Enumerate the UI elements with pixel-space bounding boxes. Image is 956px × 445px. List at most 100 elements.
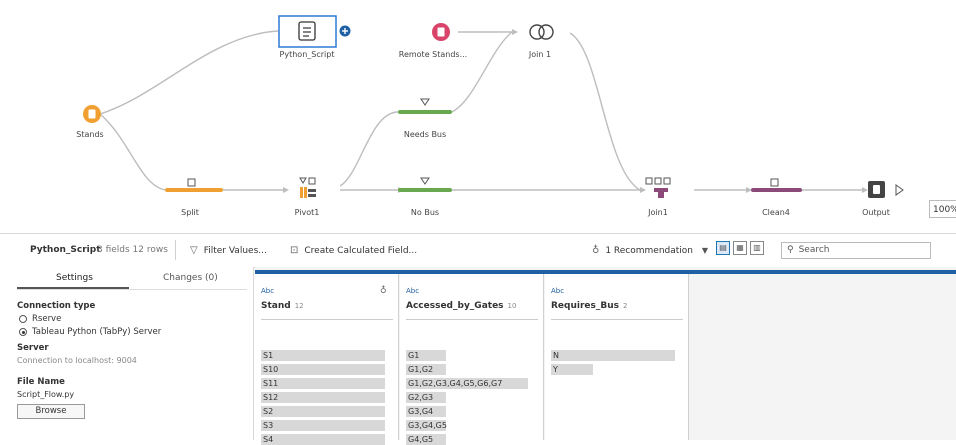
- column-card-requires-bus[interactable]: Abc Requires_Bus 2 N Y: [545, 274, 689, 440]
- recommendation-label: 1 Recommendation: [605, 246, 693, 256]
- column-count: 2: [623, 302, 628, 310]
- column-name[interactable]: Accessed_by_Gates 10: [406, 301, 516, 311]
- column-type: Abc: [406, 287, 420, 295]
- column-divider: [261, 319, 393, 320]
- node-label-clean4: Clean4: [762, 208, 790, 217]
- column-name-text: Accessed_by_Gates: [406, 301, 504, 311]
- search-placeholder: Search: [798, 245, 830, 255]
- column-count: 12: [294, 302, 304, 310]
- node-label-output: Output: [862, 208, 890, 217]
- toolbar-divider: [175, 240, 176, 260]
- list-view-icon[interactable]: ▦: [733, 241, 747, 255]
- add-step-icon[interactable]: [339, 25, 351, 37]
- lightbulb-icon: ♁: [592, 245, 600, 256]
- tab-settings[interactable]: Settings: [56, 273, 93, 283]
- zoom-level[interactable]: 100%: [929, 200, 956, 218]
- value-bar[interactable]: G1,G2: [406, 364, 446, 375]
- node-label-pivot1: Pivot1: [294, 208, 320, 217]
- column-name-text: Requires_Bus: [551, 301, 619, 311]
- node-label-no-bus: No Bus: [410, 208, 440, 217]
- server-title: Server: [17, 343, 49, 353]
- column-divider: [406, 319, 538, 320]
- filter-values-label: Filter Values...: [203, 246, 267, 256]
- clean-node[interactable]: [751, 178, 802, 192]
- value-bar[interactable]: N: [551, 350, 675, 361]
- value-bar[interactable]: Y: [551, 364, 593, 375]
- recommendation-button[interactable]: ♁ 1 Recommendation ▼: [592, 245, 708, 256]
- column-card-stand[interactable]: Abc ♁ Stand 12 S1 S10 S11 S12 S2 S3 S4: [255, 274, 399, 445]
- settings-tabs: Settings Changes (0): [0, 267, 253, 291]
- value-bar[interactable]: S10: [261, 364, 385, 375]
- search-input[interactable]: ⚲ Search: [781, 242, 931, 259]
- output-node-icon[interactable]: [868, 181, 885, 198]
- needs-bus-node[interactable]: [398, 98, 452, 114]
- node-label-join1: Join1: [648, 208, 668, 217]
- column-name-text: Stand: [261, 301, 291, 311]
- node-label-needs-bus: Needs Bus: [403, 130, 447, 139]
- value-bar[interactable]: G1,G2,G3,G4,G5,G6,G7: [406, 378, 528, 389]
- join-icon[interactable]: [529, 24, 554, 40]
- radio-tabpy[interactable]: Tableau Python (TabPy) Server: [19, 327, 161, 337]
- browse-button[interactable]: Browse: [17, 404, 85, 419]
- profile-view-icon[interactable]: ▤: [716, 241, 730, 255]
- settings-panel: Settings Changes (0) Connection type Rse…: [0, 267, 254, 440]
- column-divider: [551, 319, 683, 320]
- connection-type-title: Connection type: [17, 301, 96, 311]
- radio-button-tabpy[interactable]: [19, 328, 27, 336]
- file-name-value: Script_Flow.py: [17, 390, 75, 399]
- chevron-down-icon: ▼: [701, 246, 709, 255]
- node-label-python-script: Python_Script: [279, 50, 335, 59]
- filter-icon: ▽: [190, 245, 198, 256]
- step-meta: 3 fields 12 rows: [97, 245, 168, 255]
- data-grid-view-icon[interactable]: ▥: [750, 241, 764, 255]
- settings-body: Connection type Rserve Tableau Python (T…: [17, 301, 161, 419]
- tab-divider: [17, 289, 247, 290]
- node-label-remote-stands: Remote Stands...: [398, 50, 468, 59]
- file-name-title: File Name: [17, 377, 65, 387]
- radio-rserve-label: Rserve: [32, 314, 62, 324]
- value-bar[interactable]: G3,G4,G5: [406, 420, 447, 431]
- value-bar[interactable]: G3,G4: [406, 406, 446, 417]
- search-icon: ⚲: [787, 245, 794, 255]
- column-type: Abc: [551, 287, 565, 295]
- step-name: Python_Script: [30, 245, 101, 255]
- profile-pane: Abc ♁ Stand 12 S1 S10 S11 S12 S2 S3 S4 Ab…: [255, 267, 956, 445]
- create-calculated-field-button[interactable]: ⊡ Create Calculated Field...: [290, 245, 417, 256]
- view-toggle-group: ▤ ▦ ▥: [716, 241, 764, 255]
- join1-node[interactable]: [645, 177, 671, 198]
- value-bar[interactable]: G2,G3: [406, 392, 446, 403]
- value-bar[interactable]: S1: [261, 350, 385, 361]
- column-type: Abc: [261, 287, 275, 295]
- create-calc-label: Create Calculated Field...: [304, 246, 418, 256]
- radio-tabpy-label: Tableau Python (TabPy) Server: [32, 327, 162, 337]
- value-bar[interactable]: S2: [261, 406, 385, 417]
- stands-node-icon[interactable]: [83, 105, 101, 123]
- value-bar[interactable]: S11: [261, 378, 385, 389]
- python-script-node-icon[interactable]: [278, 15, 337, 48]
- pivot-node[interactable]: [299, 177, 316, 198]
- node-label-split: Split: [181, 208, 199, 217]
- value-bar[interactable]: S12: [261, 392, 385, 403]
- column-name[interactable]: Stand 12: [261, 301, 304, 311]
- profile-toolbar: Python_Script 3 fields 12 rows ▽ Filter V…: [0, 233, 956, 268]
- radio-button-rserve[interactable]: [19, 315, 27, 323]
- server-value: Connection to localhost: 9004: [17, 356, 137, 365]
- play-icon[interactable]: [895, 184, 904, 196]
- flow-canvas[interactable]: Stands Python_Script Remote Stands... Jo…: [0, 0, 956, 232]
- column-count: 10: [507, 302, 517, 310]
- no-bus-node[interactable]: [398, 177, 452, 192]
- node-label-join1-top: Join 1: [528, 50, 552, 59]
- remote-stands-node-icon[interactable]: [432, 23, 450, 41]
- split-node[interactable]: [165, 178, 223, 192]
- tab-changes[interactable]: Changes (0): [163, 273, 218, 283]
- value-bar[interactable]: S3: [261, 420, 385, 431]
- value-bar[interactable]: G1: [406, 350, 446, 361]
- filter-values-button[interactable]: ▽ Filter Values...: [190, 245, 267, 256]
- node-label-stands: Stands: [76, 130, 104, 139]
- column-name[interactable]: Requires_Bus 2: [551, 301, 627, 311]
- radio-rserve[interactable]: Rserve: [19, 314, 161, 324]
- column-card-accessed-by-gates[interactable]: Abc Accessed_by_Gates 10 G1 G1,G2 G1,G2,G…: [400, 274, 544, 445]
- calculated-field-icon: ⊡: [290, 245, 299, 256]
- flow-connections: [83, 15, 904, 198]
- recommendation-icon[interactable]: ♁: [380, 286, 387, 296]
